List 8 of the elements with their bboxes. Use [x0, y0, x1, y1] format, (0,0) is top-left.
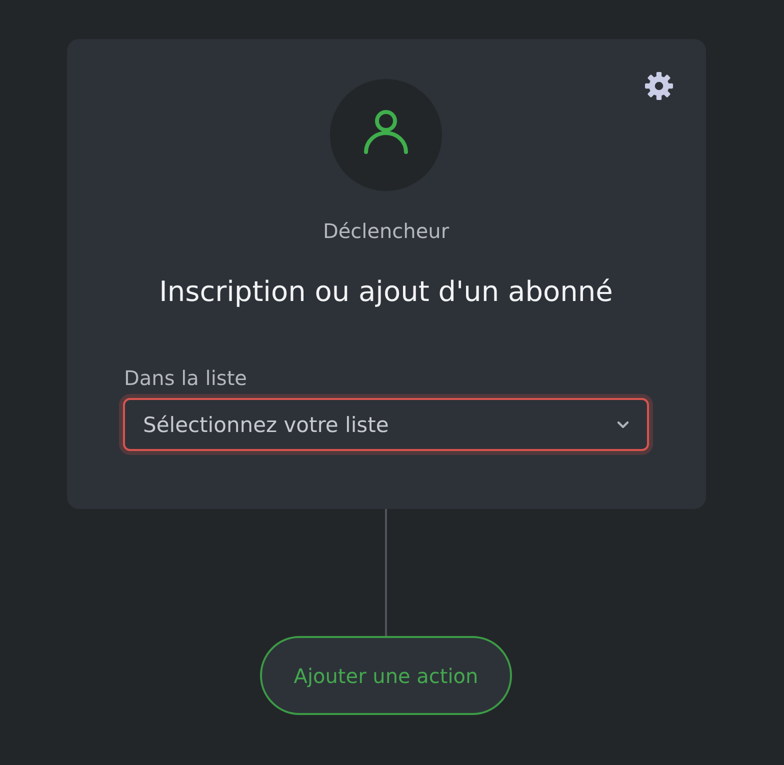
settings-icon[interactable]: [645, 72, 673, 100]
chevron-down-icon: [617, 420, 629, 428]
list-select[interactable]: Sélectionnez votre liste: [123, 398, 649, 451]
add-action-button[interactable]: Ajouter une action: [260, 636, 512, 715]
field-label: Dans la liste: [124, 367, 247, 389]
trigger-title: Inscription ou ajout d'un abonné: [159, 275, 613, 309]
person-icon: [363, 110, 409, 154]
trigger-caption: Déclencheur: [322, 219, 450, 243]
